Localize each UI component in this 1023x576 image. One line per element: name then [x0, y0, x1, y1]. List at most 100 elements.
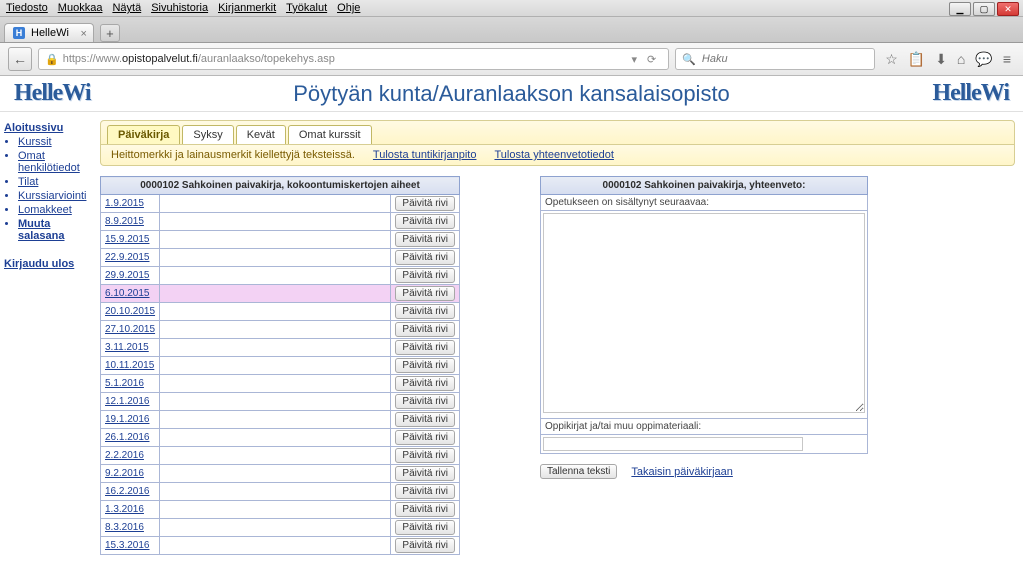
- home-icon[interactable]: ⌂: [957, 51, 965, 68]
- maximize-button[interactable]: ▢: [973, 2, 995, 16]
- update-row-button[interactable]: Päivitä rivi: [395, 304, 455, 319]
- star-icon[interactable]: ☆: [885, 51, 898, 68]
- sidebar-item[interactable]: Muuta salasana: [18, 218, 96, 242]
- update-row-button[interactable]: Päivitä rivi: [395, 538, 455, 553]
- topic-cell[interactable]: [160, 483, 391, 501]
- topic-cell[interactable]: [160, 249, 391, 267]
- menu-item[interactable]: Ohje: [337, 2, 360, 14]
- date-link[interactable]: 15.3.2016: [105, 540, 150, 551]
- date-link[interactable]: 19.1.2016: [105, 414, 150, 425]
- date-link[interactable]: 2.2.2016: [105, 450, 144, 461]
- topic-cell[interactable]: [160, 375, 391, 393]
- date-link[interactable]: 29.9.2015: [105, 270, 150, 281]
- update-row-button[interactable]: Päivitä rivi: [395, 268, 455, 283]
- date-link[interactable]: 1.9.2015: [105, 198, 144, 209]
- update-row-button[interactable]: Päivitä rivi: [395, 466, 455, 481]
- chat-icon[interactable]: 💬: [975, 51, 992, 68]
- topic-cell[interactable]: [160, 213, 391, 231]
- sidebar-item[interactable]: Lomakkeet: [18, 204, 96, 216]
- date-link[interactable]: 20.10.2015: [105, 306, 155, 317]
- inner-tab[interactable]: Syksy: [182, 125, 233, 144]
- tab-close-icon[interactable]: ×: [80, 28, 86, 40]
- menu-item[interactable]: Työkalut: [286, 2, 327, 14]
- date-link[interactable]: 10.11.2015: [105, 360, 154, 371]
- date-link[interactable]: 8.9.2015: [105, 216, 144, 227]
- new-tab-button[interactable]: +: [100, 24, 120, 42]
- inner-tab[interactable]: Omat kurssit: [288, 125, 372, 144]
- date-link[interactable]: 3.11.2015: [105, 342, 149, 353]
- date-link[interactable]: 6.10.2015: [105, 288, 150, 299]
- menu-item[interactable]: Muokkaa: [58, 2, 103, 14]
- menu-item[interactable]: Kirjanmerkit: [218, 2, 276, 14]
- date-link[interactable]: 15.9.2015: [105, 234, 150, 245]
- topic-cell[interactable]: [160, 267, 391, 285]
- update-row-button[interactable]: Päivitä rivi: [395, 502, 455, 517]
- date-link[interactable]: 16.2.2016: [105, 486, 150, 497]
- update-row-button[interactable]: Päivitä rivi: [395, 358, 455, 373]
- update-row-button[interactable]: Päivitä rivi: [395, 322, 455, 337]
- print-link-2[interactable]: Tulosta yhteenvetotiedot: [494, 149, 613, 161]
- update-row-button[interactable]: Päivitä rivi: [395, 448, 455, 463]
- menu-item[interactable]: Tiedosto: [6, 2, 48, 14]
- materials-input[interactable]: [543, 437, 803, 451]
- update-row-button[interactable]: Päivitä rivi: [395, 214, 455, 229]
- sidebar-item[interactable]: Kurssit: [18, 136, 96, 148]
- sidebar-item[interactable]: Omat henkilötiedot: [18, 150, 96, 174]
- url-field[interactable]: 🔒 https://www.opistopalvelut.fi/auranlaa…: [38, 48, 669, 70]
- date-link[interactable]: 26.1.2016: [105, 432, 150, 443]
- update-row-button[interactable]: Päivitä rivi: [395, 484, 455, 499]
- topic-cell[interactable]: [160, 285, 391, 303]
- update-row-button[interactable]: Päivitä rivi: [395, 394, 455, 409]
- print-link-1[interactable]: Tulosta tuntikirjanpito: [373, 149, 477, 161]
- inner-tab[interactable]: Päiväkirja: [107, 125, 180, 144]
- topic-cell[interactable]: [160, 357, 391, 375]
- browser-search[interactable]: 🔍: [675, 48, 875, 70]
- topic-cell[interactable]: [160, 429, 391, 447]
- sidebar-item[interactable]: Kurssiarviointi: [18, 190, 96, 202]
- date-link[interactable]: 5.1.2016: [105, 378, 144, 389]
- topic-cell[interactable]: [160, 195, 391, 213]
- menu-icon[interactable]: ≡: [1003, 51, 1011, 68]
- sidebar-logout[interactable]: Kirjaudu ulos: [4, 258, 96, 270]
- summary-textarea[interactable]: [543, 213, 865, 413]
- topic-cell[interactable]: [160, 411, 391, 429]
- clipboard-icon[interactable]: 📋: [908, 51, 925, 68]
- date-link[interactable]: 27.10.2015: [105, 324, 155, 335]
- url-dropdown-icon[interactable]: ▾: [631, 53, 637, 66]
- close-button[interactable]: ✕: [997, 2, 1019, 16]
- search-input[interactable]: [702, 53, 868, 65]
- minimize-button[interactable]: ▁: [949, 2, 971, 16]
- topic-cell[interactable]: [160, 465, 391, 483]
- update-row-button[interactable]: Päivitä rivi: [395, 250, 455, 265]
- update-row-button[interactable]: Päivitä rivi: [395, 430, 455, 445]
- topic-cell[interactable]: [160, 537, 391, 555]
- date-link[interactable]: 22.9.2015: [105, 252, 150, 263]
- update-row-button[interactable]: Päivitä rivi: [395, 232, 455, 247]
- topic-cell[interactable]: [160, 303, 391, 321]
- date-link[interactable]: 8.3.2016: [105, 522, 144, 533]
- sidebar-home[interactable]: Aloitussivu: [4, 122, 96, 134]
- menu-item[interactable]: Sivuhistoria: [151, 2, 208, 14]
- topic-cell[interactable]: [160, 321, 391, 339]
- menu-item[interactable]: Näytä: [112, 2, 141, 14]
- download-icon[interactable]: ⬇: [935, 51, 947, 68]
- date-link[interactable]: 12.1.2016: [105, 396, 150, 407]
- inner-tab[interactable]: Kevät: [236, 125, 286, 144]
- date-link[interactable]: 9.2.2016: [105, 468, 144, 479]
- back-button[interactable]: ←: [8, 47, 32, 71]
- update-row-button[interactable]: Päivitä rivi: [395, 412, 455, 427]
- topic-cell[interactable]: [160, 519, 391, 537]
- reload-icon[interactable]: ⟳: [641, 53, 662, 66]
- update-row-button[interactable]: Päivitä rivi: [395, 196, 455, 211]
- update-row-button[interactable]: Päivitä rivi: [395, 520, 455, 535]
- save-text-button[interactable]: Tallenna teksti: [540, 464, 617, 479]
- topic-cell[interactable]: [160, 393, 391, 411]
- topic-cell[interactable]: [160, 231, 391, 249]
- sidebar-item[interactable]: Tilat: [18, 176, 96, 188]
- date-link[interactable]: 1.3.2016: [105, 504, 144, 515]
- update-row-button[interactable]: Päivitä rivi: [395, 340, 455, 355]
- topic-cell[interactable]: [160, 339, 391, 357]
- browser-tab[interactable]: H HelleWi ×: [4, 23, 94, 42]
- update-row-button[interactable]: Päivitä rivi: [395, 376, 455, 391]
- topic-cell[interactable]: [160, 447, 391, 465]
